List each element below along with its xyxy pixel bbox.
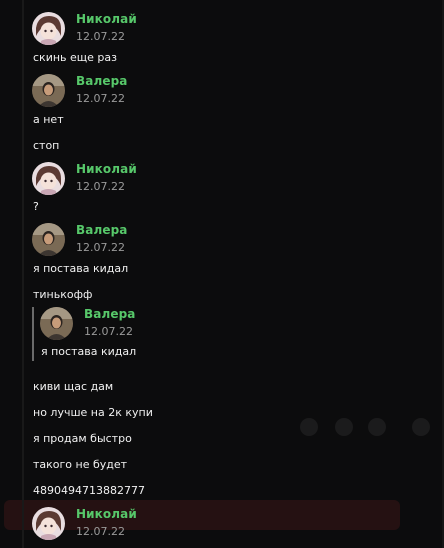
message-date: 12.07.22 xyxy=(76,525,125,538)
message-text: тинькофф xyxy=(33,288,93,301)
message-date: 12.07.22 xyxy=(76,30,125,43)
author-name[interactable]: Валера xyxy=(76,223,127,237)
message-date: 12.07.22 xyxy=(76,180,125,193)
avatar-nikolay[interactable] xyxy=(32,162,65,195)
quoted-message-date: 12.07.22 xyxy=(84,325,133,338)
message-text: ? xyxy=(33,200,39,213)
message-text: киви щас дам xyxy=(33,380,114,393)
message-text: 4890494713882777 xyxy=(33,484,145,497)
message-text: скинь еще раз xyxy=(33,51,117,64)
author-name[interactable]: Николай xyxy=(76,507,137,521)
message-feed: Николай 12.07.22 скинь еще раз Валера 12… xyxy=(0,0,440,548)
message-text: такого не будет xyxy=(33,458,128,471)
message-text: я продам быстро xyxy=(33,432,132,445)
quoted-message-text: я постава кидал xyxy=(41,345,137,358)
message-date: 12.07.22 xyxy=(76,241,125,254)
message-text: но лучше на 2к купи xyxy=(33,406,153,419)
author-name[interactable]: Николай xyxy=(76,12,137,26)
quote-bar xyxy=(32,307,34,361)
quoted-author-name: Валера xyxy=(84,307,136,321)
avatar-valera xyxy=(40,307,73,340)
message-text: стоп xyxy=(33,139,60,152)
author-name[interactable]: Валера xyxy=(76,74,127,88)
avatar-nikolay[interactable] xyxy=(32,12,65,45)
author-name[interactable]: Николай xyxy=(76,162,137,176)
avatar-valera[interactable] xyxy=(32,74,65,107)
message-text: я постава кидал xyxy=(33,262,129,275)
message-date: 12.07.22 xyxy=(76,92,125,105)
avatar-valera[interactable] xyxy=(32,223,65,256)
avatar-nikolay[interactable] xyxy=(32,507,65,540)
message-text: а нет xyxy=(33,113,64,126)
